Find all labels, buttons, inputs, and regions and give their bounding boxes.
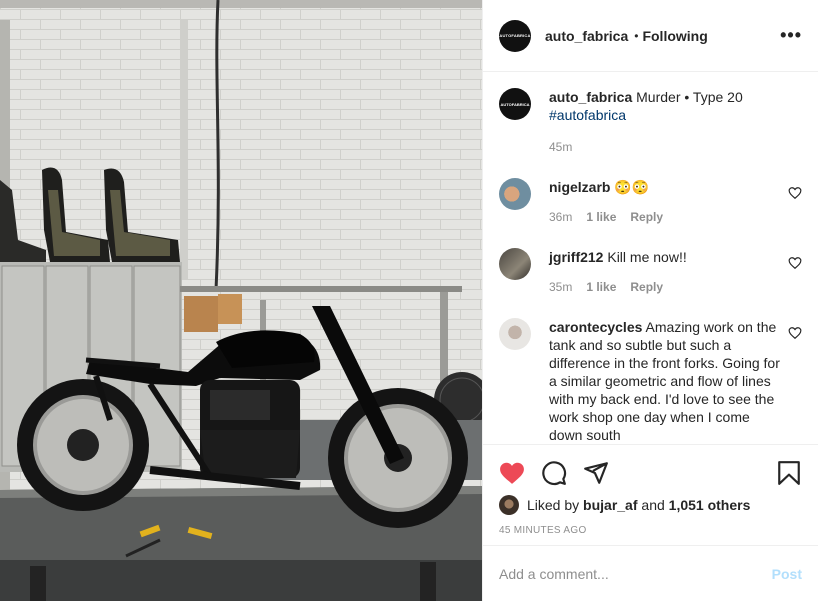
rear-wheel [17,379,149,511]
comment-time: 35m [549,280,573,294]
heart-filled-icon [500,462,524,484]
comment-meta: 35m 1 like Reply [549,278,785,296]
caption-body: auto_fabrica Murder • Type 20 #autofabri… [549,88,785,156]
more-icon[interactable]: ••• [780,25,802,46]
small-heart-icon[interactable] [788,256,802,270]
comment-username[interactable]: jgriff212 [549,249,603,265]
comments-list[interactable]: AUTOFABRICA auto_fabrica Murder • Type 2… [483,72,818,444]
author-avatar[interactable]: AUTOFABRICA [499,19,531,52]
motorcycle-photo [0,0,482,601]
post-comment-button[interactable]: Post [772,566,802,582]
liked-by-prefix: Liked by [527,497,580,513]
commenter-avatar[interactable] [499,178,531,210]
comment-body: nigelzarb 😳😳 36m 1 like Reply [549,178,785,226]
author-avatar-logo: AUTOFABRICA [499,33,531,38]
small-heart-icon[interactable] [788,186,802,200]
caption-meta: 45m [549,138,785,156]
liker-avatar[interactable] [499,495,519,515]
comment-input[interactable]: Add a comment... [499,566,609,582]
caption-username[interactable]: auto_fabrica [549,89,632,105]
reply-button[interactable]: Reply [630,208,663,226]
liked-by-user[interactable]: bujar_af [583,497,637,513]
reply-button[interactable]: Reply [630,278,663,296]
follow-separator: • [634,28,639,43]
following-button[interactable]: Following [642,28,707,44]
caption-row: AUTOFABRICA auto_fabrica Murder • Type 2… [499,88,802,156]
caption-hashtag[interactable]: #autofabrica [549,106,785,124]
likes-summary: Liked by bujar_af and 1,051 others [499,495,802,515]
liked-by-count[interactable]: 1,051 others [669,497,751,513]
comment-composer: Add a comment... Post [483,545,818,601]
comment-meta: 36m 1 like Reply [549,208,785,226]
comment-icon [542,461,567,486]
comment-username[interactable]: nigelzarb [549,179,610,195]
comment-text: Amazing work on the tank and so subtle b… [549,319,780,443]
comment-body: carontecycles Amazing work on the tank a… [549,318,785,444]
post-photo[interactable] [0,0,482,601]
comment-body: jgriff212 Kill me now!! 35m 1 like Reply [549,248,785,296]
comment-username[interactable]: carontecycles [549,319,642,335]
post-timestamp[interactable]: 45 MINUTES AGO [499,525,802,536]
caption-avatar[interactable]: AUTOFABRICA [499,88,531,120]
commenter-avatar[interactable] [499,248,531,280]
comment-text: 😳😳 [614,179,650,195]
comment-likes[interactable]: 1 like [586,208,616,226]
comment-row: nigelzarb 😳😳 36m 1 like Reply [499,178,802,226]
like-button[interactable] [499,460,525,486]
bookmark-icon [778,461,800,485]
caption-text: Murder • Type 20 [636,89,743,105]
share-icon [584,462,608,484]
save-button[interactable] [776,460,802,486]
post-actions: Liked by bujar_af and 1,051 others 45 MI… [483,444,818,536]
liked-by-and: and [641,497,665,513]
comment-likes[interactable]: 1 like [586,278,616,296]
share-button[interactable] [583,460,609,486]
author-username[interactable]: auto_fabrica [545,28,628,44]
instagram-post: AUTOFABRICA auto_fabrica • Following •••… [0,0,818,601]
comment-text: Kill me now!! [607,249,687,265]
comment-button[interactable] [541,460,567,486]
caption-avatar-logo: AUTOFABRICA [500,101,530,107]
commenter-avatar[interactable] [499,318,531,350]
action-icons [499,453,802,493]
post-side-panel: AUTOFABRICA auto_fabrica • Following •••… [482,0,818,601]
caption-time: 45m [549,140,573,154]
small-heart-icon[interactable] [788,326,802,340]
comment-row: carontecycles Amazing work on the tank a… [499,318,802,444]
comment-time: 36m [549,210,573,224]
post-header: AUTOFABRICA auto_fabrica • Following ••• [483,0,818,72]
comment-row: jgriff212 Kill me now!! 35m 1 like Reply [499,248,802,296]
